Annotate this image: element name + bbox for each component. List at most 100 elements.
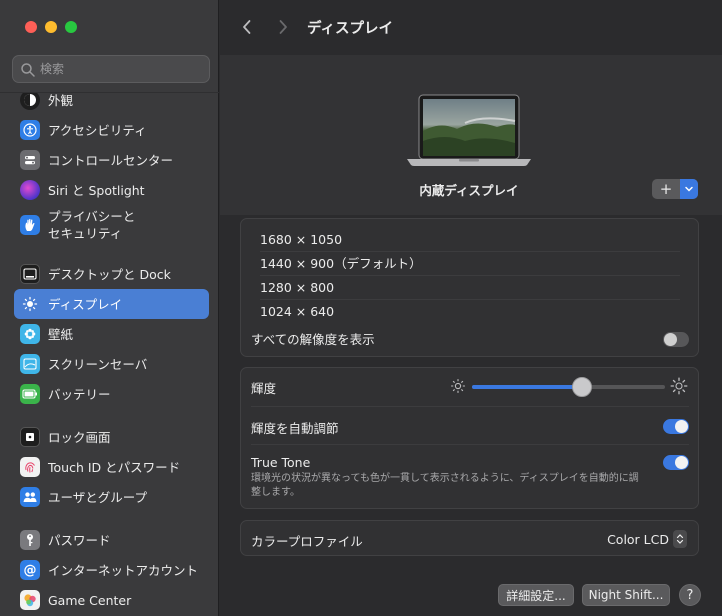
sidebar-item-label: アクセシビリティ xyxy=(48,122,147,138)
close-window-button[interactable] xyxy=(25,21,37,33)
sidebar-item-desktop-dock[interactable]: デスクトップと Dock xyxy=(14,259,209,289)
brightness-slider-thumb[interactable] xyxy=(572,377,592,397)
search-field[interactable] xyxy=(12,55,210,83)
game-center-icon xyxy=(20,590,40,610)
display-preview-area: 内蔵ディスプレイ + xyxy=(220,55,722,215)
auto-brightness-label: 輝度を自動調節 xyxy=(251,421,339,436)
sidebar-item-label: インターネットアカウント xyxy=(48,562,199,578)
display-sun-icon xyxy=(20,294,40,314)
sidebar-item-label: プライバシーと セキュリティ xyxy=(48,209,136,241)
toolbar: ディスプレイ xyxy=(220,0,722,55)
divider xyxy=(251,406,689,407)
night-shift-button[interactable]: Night Shift... xyxy=(582,584,670,606)
toggle-knob xyxy=(675,456,688,469)
add-display-menu[interactable] xyxy=(680,179,698,199)
sidebar-item-label: 壁紙 xyxy=(48,326,74,342)
brightness-card: 輝度 輝度を自動調節 True Tone 環境光の状況が異なっても色が一貫して表… xyxy=(240,367,699,509)
sidebar-item-touch-id[interactable]: Touch ID とパスワード xyxy=(14,452,209,482)
sidebar-item-control-center[interactable]: コントロールセンター xyxy=(14,145,209,175)
appearance-icon xyxy=(20,93,40,110)
forward-chevron-icon[interactable] xyxy=(274,17,292,37)
battery-icon xyxy=(20,384,40,404)
siri-icon xyxy=(20,180,40,200)
brightness-slider-fill xyxy=(472,385,582,389)
wallpaper-icon xyxy=(20,324,40,344)
color-profile-card: カラープロファイル Color LCD xyxy=(240,520,699,556)
sidebar-item-label: デスクトップと Dock xyxy=(48,266,171,282)
sidebar-item-privacy-security[interactable]: プライバシーと セキュリティ xyxy=(14,205,209,245)
brightness-slider[interactable] xyxy=(472,377,665,397)
resolution-option[interactable]: 1440 × 900（デフォルト） xyxy=(260,252,680,276)
sidebar-item-wallpaper[interactable]: 壁紙 xyxy=(14,319,209,349)
zoom-window-button[interactable] xyxy=(65,21,77,33)
sidebar-item-screensaver[interactable]: スクリーンセーバ xyxy=(14,349,209,379)
sidebar-item-lock-screen[interactable]: ロック画面 xyxy=(14,422,209,452)
macbook-display-image[interactable] xyxy=(405,93,533,169)
accessibility-icon xyxy=(20,120,40,140)
toggle-knob xyxy=(664,333,677,346)
sidebar-item-passwords[interactable]: パスワード xyxy=(14,525,209,555)
brightness-low-icon xyxy=(450,378,466,394)
color-profile-label: カラープロファイル xyxy=(251,534,363,549)
sidebar-item-label: スクリーンセーバ xyxy=(48,356,148,372)
page-title: ディスプレイ xyxy=(307,21,393,37)
auto-brightness-toggle[interactable] xyxy=(663,419,689,434)
chevron-updown-icon xyxy=(673,530,687,548)
sidebar-item-label: ディスプレイ xyxy=(48,296,123,312)
sidebar-item-label: ユーザとグループ xyxy=(48,489,148,505)
show-all-resolutions-label: すべての解像度を表示 xyxy=(251,332,375,347)
sidebar-item-internet-accounts[interactable]: @ インターネットアカウント xyxy=(14,555,209,585)
privacy-hand-icon xyxy=(20,215,40,235)
sidebar-item-label: コントロールセンター xyxy=(48,152,174,168)
sidebar-item-battery[interactable]: バッテリー xyxy=(14,379,209,409)
desktop-dock-icon xyxy=(20,264,40,284)
sidebar-item-game-center[interactable]: Game Center xyxy=(14,585,209,615)
sidebar-item-accessibility[interactable]: アクセシビリティ xyxy=(14,115,209,145)
chevron-down-icon xyxy=(685,186,693,192)
resolution-card: 1680 × 1050 1440 × 900（デフォルト） 1280 × 800… xyxy=(240,218,699,357)
color-profile-select[interactable]: Color LCD xyxy=(607,529,687,549)
search-icon xyxy=(21,63,35,77)
toggle-knob xyxy=(675,420,688,433)
add-display-button[interactable]: + xyxy=(652,179,698,199)
show-all-resolutions-toggle[interactable] xyxy=(663,332,689,347)
add-display-plus[interactable]: + xyxy=(652,179,680,199)
help-button[interactable]: ? xyxy=(679,584,701,606)
sidebar: 外観 アクセシビリティ コントロールセンター Siri と Spotlight xyxy=(0,0,219,616)
sidebar-item-label: ロック画面 xyxy=(48,429,111,445)
true-tone-description: 環境光の状況が異なっても色が一貫して表示されるように、ディスプレイを自動的に調整… xyxy=(251,473,639,498)
control-center-icon xyxy=(20,150,40,170)
true-tone-toggle[interactable] xyxy=(663,455,689,470)
sidebar-item-appearance[interactable]: 外観 xyxy=(14,92,209,115)
sidebar-item-displays[interactable]: ディスプレイ xyxy=(14,289,209,319)
sidebar-item-label: Touch ID とパスワード xyxy=(48,459,181,475)
sidebar-item-siri-spotlight[interactable]: Siri と Spotlight xyxy=(14,175,209,205)
sidebar-item-label: 外観 xyxy=(48,92,74,108)
back-chevron-icon[interactable] xyxy=(238,17,256,37)
sidebar-list: 外観 アクセシビリティ コントロールセンター Siri と Spotlight xyxy=(0,92,219,616)
resolution-option[interactable]: 1024 × 640 xyxy=(260,300,680,324)
sidebar-item-users-groups[interactable]: ユーザとグループ xyxy=(14,482,209,512)
color-profile-value: Color LCD xyxy=(607,531,669,547)
brightness-label: 輝度 xyxy=(251,381,277,396)
sidebar-item-label: バッテリー xyxy=(48,386,111,402)
fingerprint-icon xyxy=(20,457,40,477)
advanced-settings-button[interactable]: 詳細設定... xyxy=(498,584,574,606)
brightness-high-icon xyxy=(670,377,688,395)
resolution-option[interactable]: 1280 × 800 xyxy=(260,276,680,300)
users-icon xyxy=(20,487,40,507)
sidebar-item-label: Game Center xyxy=(48,592,132,608)
resolution-option[interactable]: 1680 × 1050 xyxy=(260,228,680,252)
settings-window: 外観 アクセシビリティ コントロールセンター Siri と Spotlight xyxy=(0,0,722,616)
main-panel: ディスプレイ 内蔵ディスプレイ + 1680 × 1050 1440 × 900… xyxy=(220,0,722,616)
display-name: 内蔵ディスプレイ xyxy=(419,183,519,198)
at-sign-icon: @ xyxy=(20,560,40,580)
sidebar-item-label: パスワード xyxy=(48,532,111,548)
lock-screen-icon xyxy=(20,427,40,447)
minimize-window-button[interactable] xyxy=(45,21,57,33)
search-input[interactable] xyxy=(40,59,200,79)
screensaver-icon xyxy=(20,354,40,374)
sidebar-item-label: Siri と Spotlight xyxy=(48,182,145,198)
key-icon xyxy=(20,530,40,550)
true-tone-label: True Tone xyxy=(251,455,311,470)
